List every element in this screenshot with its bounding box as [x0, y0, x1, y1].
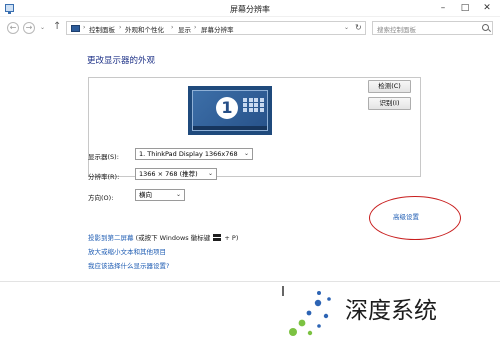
project-second-screen-row: 投影到第二屏幕 (或按下 Windows 徽标键 + P)	[88, 232, 238, 242]
recent-locations-dropdown[interactable]: ⌄	[40, 24, 45, 31]
detect-button[interactable]: 检测(C)	[368, 80, 411, 93]
breadcrumb-separator: ›	[119, 24, 122, 31]
monitor-number-badge: 1	[216, 97, 238, 119]
forward-button[interactable]: →	[23, 22, 35, 34]
maximize-button[interactable]: □	[458, 2, 472, 14]
resolution-select-value: 1366 × 768 (推荐)	[139, 170, 198, 178]
refresh-icon[interactable]: ↻	[355, 23, 362, 32]
breadcrumb-control-panel[interactable]: 控制面板	[89, 24, 115, 34]
monitor-1-thumbnail[interactable]: 1	[188, 86, 272, 135]
breadcrumb-separator: ›	[194, 24, 197, 31]
close-button[interactable]: ✕	[480, 2, 494, 14]
display-preview-area: 1 检测(C) 识别(I)	[88, 77, 421, 177]
breadcrumb-separator: ›	[83, 24, 86, 31]
search-icon[interactable]	[482, 24, 489, 31]
project-hint-suffix: + P)	[224, 234, 239, 242]
resolution-label: 分辨率(R):	[88, 173, 120, 181]
display-label: 显示器(S):	[88, 153, 119, 161]
chevron-down-icon: ⌄	[175, 191, 181, 198]
chevron-down-icon: ⌄	[243, 150, 249, 157]
display-select[interactable]: 1. ThinkPad Display 1366x768 ⌄	[135, 148, 253, 160]
up-button[interactable]: ↑	[53, 21, 61, 32]
watermark-text: 深度系统	[345, 298, 437, 324]
address-dropdown-icon[interactable]: ⌄	[344, 24, 349, 31]
breadcrumb[interactable]: › 控制面板 › 外观和个性化 › 显示 › 屏幕分辨率 ⌄ ↻	[66, 21, 366, 35]
title-bar: 屏幕分辨率 – □ ✕	[0, 0, 500, 17]
highlight-circle-annotation	[369, 196, 461, 240]
footer-cursor-mark	[282, 286, 284, 296]
monitor-taskbar	[193, 126, 267, 130]
breadcrumb-appearance[interactable]: 外观和个性化	[125, 24, 164, 34]
orientation-label: 方向(O):	[88, 194, 114, 202]
breadcrumb-screen-resolution[interactable]: 屏幕分辨率	[201, 24, 234, 34]
minimize-button[interactable]: –	[436, 2, 450, 14]
window-title: 屏幕分辨率	[230, 5, 270, 14]
control-panel-icon	[71, 25, 80, 32]
breadcrumb-separator: ›	[171, 24, 174, 31]
orientation-select[interactable]: 横向 ⌄	[135, 189, 185, 201]
search-placeholder: 搜索控制面板	[377, 26, 416, 34]
breadcrumb-display[interactable]: 显示	[178, 24, 191, 34]
search-input[interactable]: 搜索控制面板	[372, 21, 493, 35]
which-settings-link[interactable]: 我应该选择什么显示器设置?	[88, 260, 169, 270]
orientation-select-value: 横向	[139, 191, 152, 199]
project-second-screen-link[interactable]: 投影到第二屏幕	[88, 234, 134, 242]
windows-logo-icon	[213, 234, 221, 241]
watermark-logo-icon	[289, 291, 331, 336]
start-tiles-icon	[243, 98, 264, 112]
project-hint-text: (或按下 Windows 徽标键	[135, 234, 211, 242]
footer-divider	[0, 281, 500, 282]
identify-button[interactable]: 识别(I)	[368, 97, 411, 110]
address-bar: ← → ⌄ ↑ › 控制面板 › 外观和个性化 › 显示 › 屏幕分辨率 ⌄ ↻…	[0, 17, 500, 39]
monitor-screen: 1	[192, 90, 268, 131]
chevron-down-icon: ⌄	[207, 170, 213, 177]
resolution-select[interactable]: 1366 × 768 (推荐) ⌄	[135, 168, 217, 180]
display-select-value: 1. ThinkPad Display 1366x768	[139, 150, 238, 158]
back-button[interactable]: ←	[7, 22, 19, 34]
text-size-link[interactable]: 放大或缩小文本和其他项目	[88, 246, 166, 256]
page-title: 更改显示器的外观	[87, 56, 156, 66]
